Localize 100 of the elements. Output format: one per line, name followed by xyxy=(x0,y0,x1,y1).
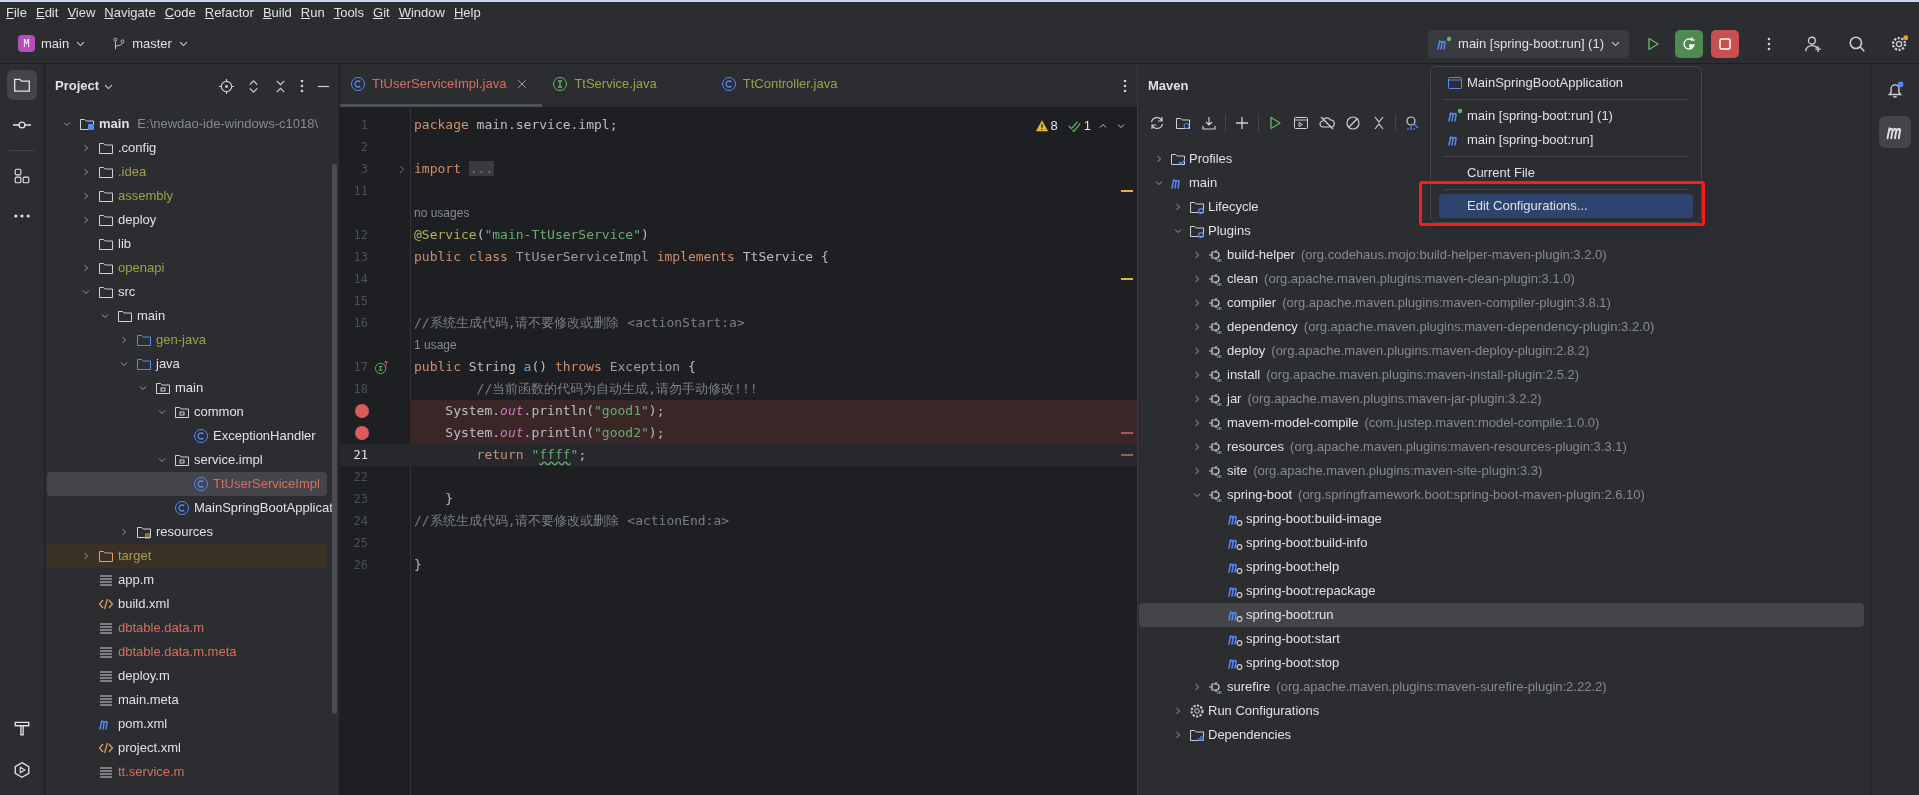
tree-item[interactable]: ExceptionHandler xyxy=(47,424,316,448)
tree-item[interactable]: site (org.apache.maven.plugins:maven-site-plugin:3.3) xyxy=(1139,459,1543,483)
tree-item[interactable]: main.meta xyxy=(47,688,179,712)
tree-item[interactable]: Run Configurations xyxy=(1139,699,1320,723)
tree-item[interactable]: install (org.apache.maven.plugins:maven-install-plugin:2.5.2) xyxy=(1139,363,1580,387)
menu-item[interactable]: main [spring-boot:run] xyxy=(1439,128,1693,152)
tree-item[interactable]: spring-boot:build-image xyxy=(1139,507,1382,531)
tree-item[interactable]: main xyxy=(47,376,204,400)
plugin-coordinates: (org.apache.maven.plugins:maven-install-plugin:2.5.2) xyxy=(1266,366,1580,385)
plugin-coordinates: (org.apache.maven.plugins:maven-compiler-plugin:3.8.1) xyxy=(1282,294,1611,313)
menu-item[interactable]: Git xyxy=(373,3,390,23)
tree-item[interactable]: spring-boot:run xyxy=(1139,603,1864,627)
tree-item[interactable]: spring-boot:help xyxy=(1139,555,1340,579)
menu-item[interactable]: View xyxy=(67,3,96,23)
editor-tab[interactable]: TtController.java xyxy=(710,64,856,107)
plugin-coordinates: (org.apache.maven.plugins:maven-clean-plugin:3.1.0) xyxy=(1264,270,1575,289)
run-config-name: main [spring-boot:run] (1) xyxy=(1458,34,1604,53)
plugin-coordinates: (com.justep.maven:model-compile:1.0.0) xyxy=(1364,414,1600,433)
code-line: } xyxy=(413,556,422,575)
menu-item[interactable]: Help xyxy=(453,3,481,23)
tree-item[interactable]: spring-boot (org.springframework.boot:spring-boot-maven-plugin:2.6.10) xyxy=(1139,483,1645,507)
menu-item[interactable]: MainSpringBootApplication xyxy=(1439,71,1693,95)
code-line: @Service("main-TtUserService") xyxy=(413,226,649,245)
tree-item[interactable]: service.impl xyxy=(47,448,263,472)
tree-item[interactable]: target xyxy=(47,544,327,568)
tree-item[interactable]: jar (org.apache.maven.plugins:maven-jar-plugin:3.2.2) xyxy=(1139,387,1542,411)
tree-item[interactable]: project.xml xyxy=(47,736,181,760)
usage-hint[interactable]: no usages xyxy=(410,204,470,222)
code-line: package main.service.impl; xyxy=(413,116,618,135)
tree-item[interactable]: .idea xyxy=(47,160,147,184)
panel-title-dropdown[interactable]: Project xyxy=(55,76,115,96)
code-line: System.out.println("good1"); xyxy=(444,402,665,421)
menu-item[interactable]: Run xyxy=(300,3,325,23)
tree-item[interactable]: spring-boot:repackage xyxy=(1139,579,1376,603)
tree-item[interactable]: common xyxy=(47,400,244,424)
tree-item[interactable]: Lifecycle xyxy=(1139,195,1259,219)
tree-item[interactable]: dbtable.data.m xyxy=(47,616,204,640)
menu-item[interactable]: Code xyxy=(164,3,196,23)
menu-item[interactable]: Refactor xyxy=(204,3,254,23)
menu-item[interactable]: Current File xyxy=(1439,161,1693,185)
tree-item[interactable]: mavem-model-compile (com.justep.maven:model-compile:1.0.0) xyxy=(1139,411,1600,435)
tree-item[interactable]: deploy.m xyxy=(47,664,170,688)
tree-item[interactable]: main E:\newdao-ide-windows-c1018\ xyxy=(47,112,318,136)
tree-item[interactable]: build-helper (org.codehaus.mojo:build-helper-maven-plugin:3.2.0) xyxy=(1139,243,1607,267)
menu-item[interactable]: Build xyxy=(262,3,292,23)
tree-item[interactable]: spring-boot:stop xyxy=(1139,651,1340,675)
tree-item[interactable]: Dependencies xyxy=(1139,723,1292,747)
tree-item[interactable]: assembly xyxy=(47,184,173,208)
tree-item[interactable]: main xyxy=(47,304,166,328)
tree-item[interactable]: openapi xyxy=(47,256,165,280)
editor-tab[interactable]: TtService.java xyxy=(542,64,711,107)
tree-item[interactable]: clean (org.apache.maven.plugins:maven-clean-plugin:3.1.0) xyxy=(1139,267,1575,291)
tree-item[interactable]: gen-java xyxy=(47,328,206,352)
menu-item[interactable]: main [spring-boot:run] (1) xyxy=(1439,104,1693,128)
tree-item[interactable]: app.m xyxy=(47,568,155,592)
project-widget[interactable]: M main xyxy=(14,29,91,58)
tree-item[interactable]: main xyxy=(1139,171,1218,195)
code-line: System.out.println("good2"); xyxy=(444,424,665,443)
tree-item[interactable]: spring-boot:start xyxy=(1139,627,1340,651)
code-line: return "ffff"; xyxy=(475,446,587,465)
tree-item[interactable]: deploy xyxy=(47,208,157,232)
tree-item[interactable]: resources xyxy=(47,520,214,544)
tree-item[interactable]: pom.xml xyxy=(47,712,168,736)
plugin-coordinates: (org.apache.maven.plugins:maven-resources-plugin:3.3.1) xyxy=(1290,438,1627,457)
tree-item[interactable]: compiler (org.apache.maven.plugins:maven-compiler-plugin:3.8.1) xyxy=(1139,291,1611,315)
code-line: //系统生成代码,请不要修改或删除 <actionEnd:a> xyxy=(413,512,730,531)
tree-item[interactable]: MainSpringBootApplicat xyxy=(47,496,333,520)
menu-item[interactable]: Edit Configurations... xyxy=(1439,194,1693,218)
plugin-coordinates: (org.apache.maven.plugins:maven-deploy-plugin:2.8.2) xyxy=(1271,342,1590,361)
tree-item[interactable]: spring-boot:build-info xyxy=(1139,531,1368,555)
code-line: } xyxy=(444,490,454,509)
plugin-coordinates: (org.codehaus.mojo:build-helper-maven-plugin:3.2.0) xyxy=(1300,246,1607,265)
tree-item[interactable]: Profiles xyxy=(1139,147,1233,171)
branch-name: master xyxy=(132,34,172,53)
tree-item[interactable]: resources (org.apache.maven.plugins:maven-resources-plugin:3.3.1) xyxy=(1139,435,1627,459)
tree-item[interactable]: src xyxy=(47,280,136,304)
run-config-selector[interactable]: main [spring-boot:run] (1) xyxy=(1428,29,1629,58)
checks-indicator[interactable]: 1 xyxy=(1067,116,1091,136)
code-line: public class TtUserServiceImpl implements TtService { xyxy=(413,248,829,267)
project-badge: M xyxy=(18,35,35,52)
menu-item[interactable]: Tools xyxy=(333,3,364,23)
menu-item[interactable]: Edit xyxy=(35,3,59,23)
tree-item[interactable]: dependency (org.apache.maven.plugins:maven-dependency-plugin:3.2.0) xyxy=(1139,315,1655,339)
code-line: //当前函数的代码为自动生成,请勿手动修改!!! xyxy=(475,380,758,399)
branch-widget[interactable]: master xyxy=(108,29,193,58)
tree-item[interactable]: Plugins xyxy=(1139,219,1251,243)
menu-item[interactable]: File xyxy=(6,3,27,23)
warnings-indicator[interactable]: 8 xyxy=(1034,116,1058,136)
tree-item[interactable]: dbtable.data.m.meta xyxy=(47,640,237,664)
menu-item[interactable]: Navigate xyxy=(104,3,156,23)
tree-item[interactable]: deploy (org.apache.maven.plugins:maven-deploy-plugin:2.8.2) xyxy=(1139,339,1590,363)
tree-item[interactable]: build.xml xyxy=(47,592,170,616)
tree-item[interactable]: surefire (org.apache.maven.plugins:maven-surefire-plugin:2.22.2) xyxy=(1139,675,1607,699)
tree-item[interactable]: lib xyxy=(47,232,131,256)
usage-hint[interactable]: 1 usage xyxy=(410,336,457,354)
tree-item[interactable]: tt.service.m xyxy=(47,760,185,784)
tree-item[interactable]: .config xyxy=(47,136,157,160)
tree-item[interactable]: java xyxy=(47,352,180,376)
code-line: public String a() throws Exception { xyxy=(413,358,696,377)
menu-item[interactable]: Window xyxy=(398,3,445,23)
